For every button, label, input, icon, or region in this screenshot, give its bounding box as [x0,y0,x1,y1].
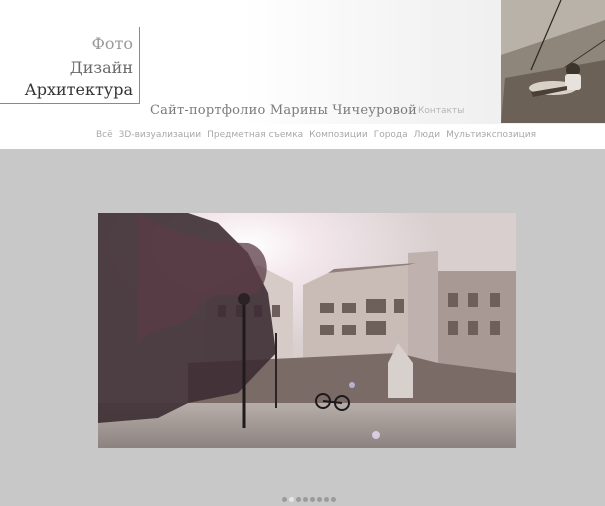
nav-item-all[interactable]: Всё [96,130,113,140]
nav-item-multiexposure[interactable]: Мультиэкспозиция [446,130,536,140]
site-title: Сайт-портфолио Марины Чичеуровой [150,103,418,118]
nav-item-people[interactable]: Люди [414,130,440,140]
site-logo[interactable]: Фото Дизайн Архитектура [0,27,140,104]
logo-line-foto: Фото [91,34,133,53]
nav-item-cities[interactable]: Города [374,130,408,140]
header-portrait-illustration [501,0,605,123]
nav-item-product-photography[interactable]: Предметная съемка [207,130,303,140]
nav-item-3d-visualization[interactable]: 3D-визуализации [119,130,201,140]
logo-line-design: Дизайн [69,58,133,77]
nav-item-compositions[interactable]: Композиции [309,130,368,140]
category-nav: Всё 3D-визуализации Предметная съемка Компо… [96,130,542,140]
header-portrait-photo [501,0,605,123]
logo-line-architecture: Архитектура [24,80,133,99]
slideshow-pagination [282,487,338,502]
slideshow-image[interactable] [98,213,516,448]
city-square-illustration [98,213,516,448]
contacts-link[interactable]: Контакты [418,106,464,116]
